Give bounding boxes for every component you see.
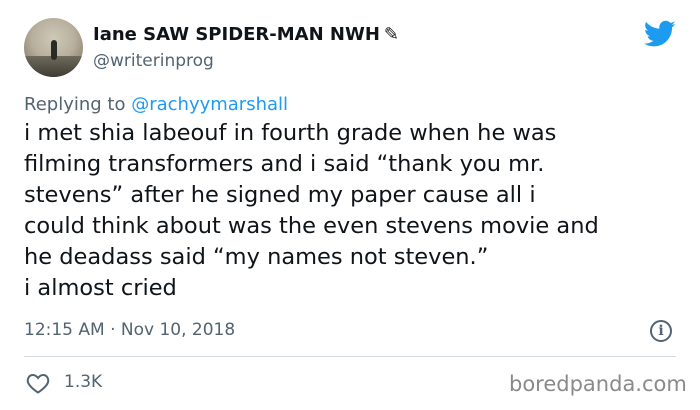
like-count[interactable]: 1.3K: [64, 372, 102, 392]
tweet-card: Iane SAW SPIDER-MAN NWH ✎ @writerinprog R…: [0, 0, 700, 410]
avatar-figure: [51, 40, 57, 60]
divider: [24, 356, 676, 357]
replying-to-prefix: Replying to: [24, 94, 132, 115]
tweet-timestamp[interactable]: 12:15 AM · Nov 10, 2018: [24, 320, 235, 340]
author-name-text: Iane SAW SPIDER-MAN NWH: [93, 24, 380, 45]
twitter-bird-icon[interactable]: [644, 20, 676, 48]
author-display-name[interactable]: Iane SAW SPIDER-MAN NWH ✎: [93, 24, 399, 45]
tweet-text: i met shia labeouf in fourth grade when …: [24, 120, 599, 301]
boredpanda-watermark: boredpanda.com: [509, 372, 687, 396]
heart-icon[interactable]: [26, 372, 50, 394]
info-icon[interactable]: i: [650, 320, 672, 342]
reply-to-handle-link[interactable]: @rachyymarshall: [131, 94, 288, 115]
pencil-icon: ✎: [383, 24, 400, 45]
replying-to: Replying to @rachyymarshall: [24, 94, 288, 115]
avatar[interactable]: [24, 18, 83, 77]
author-handle[interactable]: @writerinprog: [93, 51, 214, 71]
